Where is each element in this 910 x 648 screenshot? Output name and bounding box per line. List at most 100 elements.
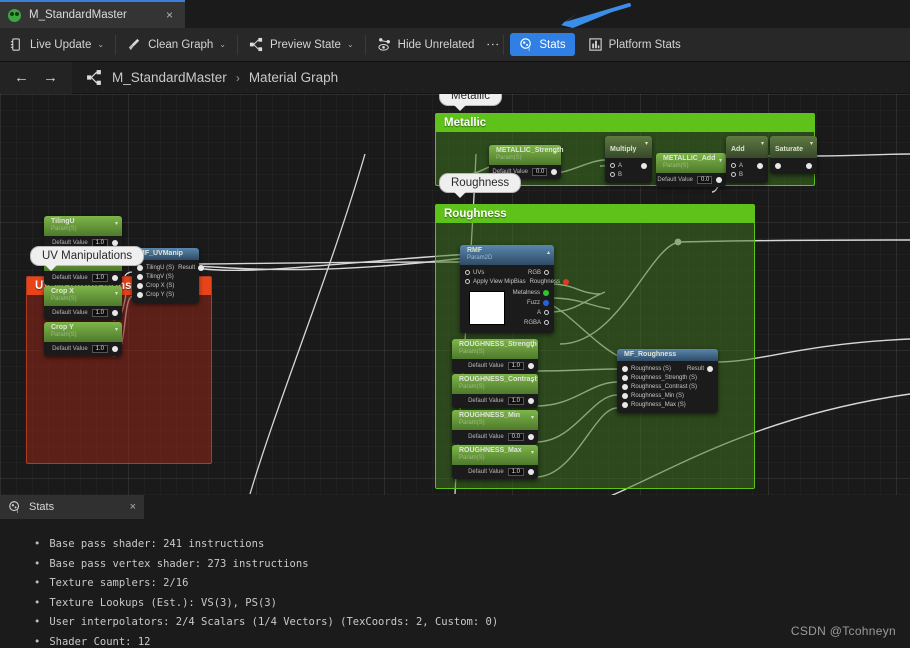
output-pin[interactable] (551, 169, 557, 175)
chevron-down-icon[interactable]: ▾ (554, 149, 557, 156)
output-pin[interactable] (716, 177, 722, 183)
pin-row[interactable]: Roughness_Max (S) (617, 400, 718, 409)
output-pin[interactable] (198, 264, 205, 271)
input-pin[interactable] (465, 279, 470, 284)
value-field[interactable]: 1.0 (507, 397, 524, 405)
pin-row[interactable]: B (605, 170, 652, 179)
pin-row[interactable]: Apply View MipBias Roughness (460, 277, 569, 286)
chevron-down-icon[interactable]: ▾ (531, 449, 534, 456)
chevron-up-icon[interactable]: ▴ (547, 249, 550, 256)
breadcrumb-current[interactable]: Material Graph (249, 70, 338, 85)
input-pin[interactable] (465, 270, 470, 275)
toolbar-preview-state[interactable]: Preview State ⌄ (240, 28, 363, 62)
chevron-down-icon[interactable]: ▾ (761, 140, 764, 147)
node-mf-roughness[interactable]: MF_Roughness Roughness (S) Result Roughn… (617, 349, 718, 413)
node-roughness-max[interactable]: ROUGHNESS_Max Param(S) ▾ Default Value 1… (452, 445, 538, 479)
output-pin[interactable] (707, 365, 713, 372)
input-pin[interactable] (610, 163, 615, 168)
output-pin[interactable] (641, 162, 647, 169)
node-crop-x[interactable]: Crop X Param(S) ▾ Default Value 1.0 (44, 286, 122, 320)
node-multiply[interactable]: Multiply ▾ A B (605, 136, 652, 183)
toolbar-clean-graph[interactable]: Clean Graph ⌄ (118, 28, 235, 62)
input-pin[interactable] (622, 401, 628, 408)
input-pin[interactable] (731, 172, 736, 177)
chevron-down-icon[interactable]: ▾ (115, 220, 118, 227)
pin-row[interactable]: B (726, 170, 768, 179)
pin-row[interactable]: Roughness_Contrast (S) (617, 382, 718, 391)
node-add[interactable]: Add ▾ A B (726, 136, 768, 183)
output-pin[interactable] (528, 469, 534, 475)
pin-row[interactable]: UVs RGB (460, 268, 554, 277)
value-field[interactable]: 0.0 (507, 433, 524, 441)
output-pin[interactable] (806, 162, 812, 169)
pin-row[interactable]: A (605, 161, 652, 170)
pin-row[interactable]: Crop X (S) (132, 281, 199, 290)
back-icon[interactable]: ← (14, 69, 29, 86)
pin-row[interactable]: Roughness_Min (S) (617, 391, 718, 400)
toolbar-live-update[interactable]: Live Update ⌄ (0, 28, 113, 62)
pin-row[interactable]: Crop Y (S) (132, 290, 199, 299)
chevron-down-icon[interactable]: ▾ (531, 378, 534, 385)
close-icon[interactable]: × (130, 501, 136, 513)
value-field[interactable]: 1.0 (91, 309, 108, 317)
input-pin[interactable] (610, 172, 615, 177)
comment-header[interactable]: Metallic (436, 114, 814, 132)
output-pin[interactable] (543, 299, 549, 306)
input-pin[interactable] (137, 291, 143, 298)
output-pin[interactable] (112, 275, 118, 281)
node-roughness-contrast[interactable]: ROUGHNESS_Contrast Param(S) ▾ Default Va… (452, 374, 538, 408)
output-pin[interactable] (544, 270, 549, 275)
input-pin[interactable] (622, 383, 628, 390)
output-pin[interactable] (543, 289, 549, 296)
input-pin[interactable] (622, 374, 628, 381)
close-icon[interactable]: × (162, 8, 177, 22)
comment-header[interactable]: Roughness (436, 205, 754, 223)
input-pin[interactable] (731, 163, 736, 168)
chevron-down-icon[interactable]: ▾ (115, 290, 118, 297)
node-rmf-texture[interactable]: RMF Param2D ▴ UVs RGB Apply View MipBias… (460, 245, 569, 333)
chevron-down-icon[interactable]: ▾ (531, 343, 534, 350)
output-pin[interactable] (112, 310, 118, 316)
value-field[interactable]: 1.0 (507, 468, 524, 476)
platform-stats-button[interactable]: Platform Stats (579, 28, 690, 62)
node-saturate[interactable]: Saturate ▾ (770, 136, 817, 174)
stats-button[interactable]: i Stats (510, 33, 575, 56)
node-metallic-add[interactable]: METALLIC_Add Param(S) ▾ Default Value 0.… (656, 153, 726, 187)
node-crop-y[interactable]: Crop Y Param(S) ▾ Default Value 1.0 (44, 322, 122, 356)
chevron-down-icon[interactable]: ▾ (810, 140, 813, 147)
pin-row[interactable]: A (726, 161, 768, 170)
value-field[interactable]: 1.0 (507, 362, 524, 370)
input-pin[interactable] (622, 392, 628, 399)
value-field[interactable]: 1.0 (91, 274, 108, 282)
forward-icon[interactable]: → (43, 69, 58, 86)
output-pin[interactable] (112, 346, 118, 352)
node-roughness-strength[interactable]: ROUGHNESS_Strength Param(S) ▾ Default Va… (452, 339, 538, 373)
value-field[interactable]: 1.0 (91, 345, 108, 353)
output-pin[interactable] (528, 363, 534, 369)
pin-row[interactable]: Roughness_Strength (S) (617, 373, 718, 382)
toolbar-overflow-icon[interactable]: ⋮ (483, 38, 501, 51)
node-roughness-min[interactable]: ROUGHNESS_Min Param(S) ▾ Default Value 0… (452, 410, 538, 444)
input-pin[interactable] (622, 365, 628, 372)
stats-panel-tab[interactable]: i Stats × (0, 495, 144, 519)
pin-row[interactable]: TilingV (S) (132, 272, 199, 281)
breadcrumb-root[interactable]: M_StandardMaster (112, 70, 227, 85)
chevron-down-icon[interactable]: ▾ (531, 414, 534, 421)
output-pin[interactable] (757, 162, 763, 169)
output-pin[interactable] (544, 320, 549, 325)
toolbar-hide-unrelated[interactable]: Hide Unrelated (368, 28, 484, 62)
value-field[interactable]: 0.0 (532, 168, 547, 176)
material-graph-canvas[interactable]: UV Manipulations UV Manipulations Tiling… (0, 94, 910, 495)
output-pin[interactable] (562, 278, 569, 285)
node-tilingu[interactable]: TilingU Param(S) ▾ Default Value 1.0 (44, 216, 122, 250)
output-pin[interactable] (544, 310, 549, 315)
tab-m-standardmaster[interactable]: M_StandardMaster × (0, 0, 185, 28)
output-pin[interactable] (528, 434, 534, 440)
pin-row[interactable]: Roughness (S) Result (617, 364, 718, 373)
pin-row[interactable]: TilingU (S) Result (132, 263, 205, 272)
input-pin[interactable] (137, 282, 143, 289)
output-pin[interactable] (528, 398, 534, 404)
input-pin[interactable] (775, 162, 781, 169)
pin-row[interactable] (770, 161, 817, 170)
chevron-down-icon[interactable]: ▾ (115, 326, 118, 333)
